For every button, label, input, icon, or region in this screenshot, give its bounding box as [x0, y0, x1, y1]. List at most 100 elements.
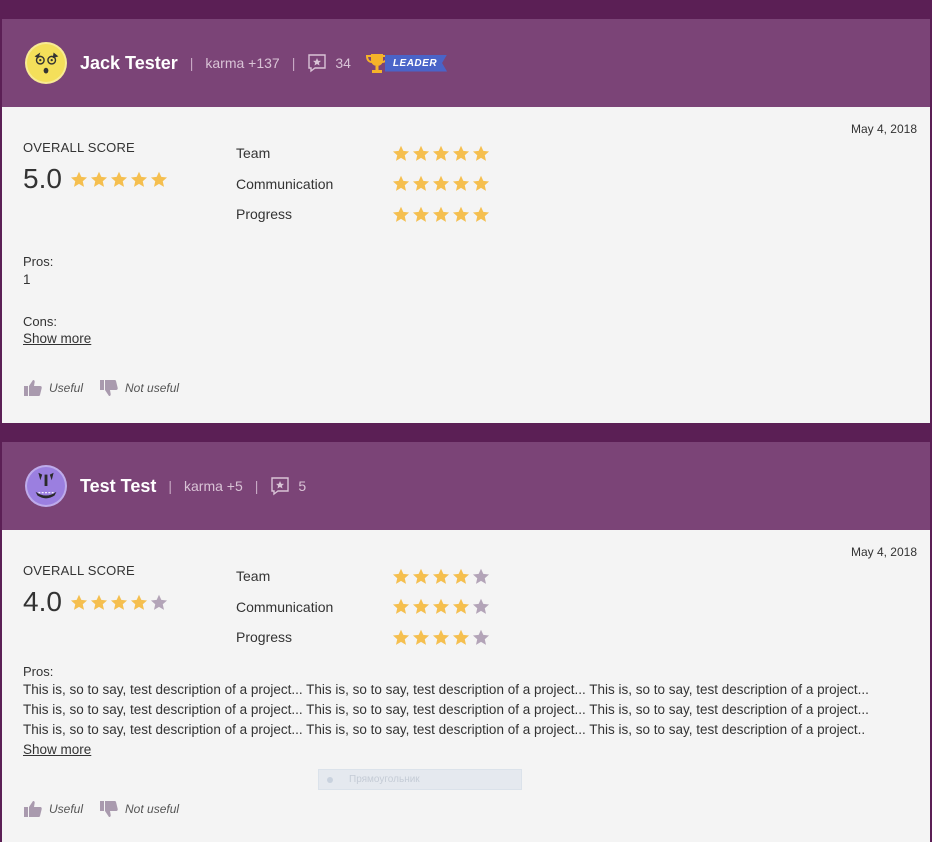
criterion-label: Progress	[236, 206, 293, 223]
criterion-stars	[392, 629, 492, 646]
overall-score-row: 4.0	[23, 586, 236, 618]
star-filled-icon	[472, 175, 490, 192]
yellow-face-avatar-icon[interactable]	[25, 42, 67, 84]
review-card: Jack Tester | karma +137 | 34 LEADER May…	[2, 19, 930, 423]
cons-label: Cons:	[23, 313, 57, 329]
criterion-stars	[392, 206, 492, 223]
star-filled-icon	[90, 171, 107, 187]
useful-button[interactable]: Useful	[23, 379, 83, 397]
useful-label: Useful	[49, 802, 84, 816]
criteria-list: Team Communication Progress	[236, 561, 492, 653]
useful-label: Useful	[49, 381, 84, 395]
leader-label: LEADER	[384, 54, 448, 72]
criterion-stars	[392, 145, 492, 162]
not-useful-label: Not useful	[125, 802, 180, 816]
star-empty-icon	[150, 594, 167, 610]
review-card: Test Test | karma +5 | 5 May 4, 2018 OVE…	[2, 442, 930, 842]
score-grid: OVERALL SCORE 4.0 Team Communication Pro…	[23, 550, 909, 653]
criterion-label: Team	[236, 145, 271, 162]
not-useful-label: Not useful	[125, 381, 180, 395]
star-filled-icon	[412, 598, 430, 615]
reviews-count-value: 34	[335, 55, 351, 71]
overall-score-block: OVERALL SCORE 4.0	[23, 550, 236, 653]
criterion-team: Team	[236, 138, 492, 169]
show-more-link[interactable]: Show more	[23, 331, 91, 346]
user-name[interactable]: Jack Tester	[80, 53, 178, 74]
criteria-list: Team Communication Progress	[236, 138, 492, 230]
leader-badge: LEADER	[365, 52, 448, 74]
review-body: May 4, 2018 OVERALL SCORE 4.0 Team Commu…	[2, 530, 930, 842]
star-filled-icon	[130, 594, 147, 610]
criterion-communication: Communication	[236, 169, 492, 200]
star-filled-icon	[412, 145, 430, 161]
star-filled-icon	[472, 145, 490, 161]
star-filled-icon	[432, 145, 450, 161]
reviews-star-icon	[271, 477, 290, 496]
criterion-team: Team	[236, 561, 492, 592]
star-filled-icon	[392, 598, 410, 615]
overall-score-block: OVERALL SCORE 5.0	[23, 127, 236, 230]
review-header: Test Test | karma +5 | 5	[2, 442, 930, 530]
review-header: Jack Tester | karma +137 | 34 LEADER	[2, 19, 930, 107]
star-filled-icon	[70, 594, 87, 610]
star-filled-icon	[392, 568, 410, 584]
star-filled-icon	[110, 594, 127, 610]
criterion-progress: Progress	[236, 622, 492, 653]
star-filled-icon	[392, 629, 410, 645]
review-date: May 4, 2018	[850, 122, 917, 136]
overall-score-value: 5.0	[23, 163, 62, 194]
star-filled-icon	[412, 206, 430, 222]
reviews-count: 34	[307, 53, 351, 73]
not-useful-button[interactable]: Not useful	[99, 379, 179, 397]
star-filled-icon	[150, 171, 167, 187]
pros-text: This is, so to say, test description of …	[23, 680, 909, 740]
overall-score-label: OVERALL SCORE	[23, 140, 135, 155]
user-name[interactable]: Test Test	[80, 476, 156, 497]
pros-line: This is, so to say, test description of …	[23, 721, 866, 737]
star-filled-icon	[110, 171, 127, 187]
pros-text: 1	[23, 271, 31, 287]
show-more-link[interactable]: Show more	[23, 742, 91, 757]
criterion-label: Team	[236, 568, 271, 585]
reviews-star-icon	[308, 54, 327, 73]
criterion-stars	[392, 568, 492, 585]
review-body: May 4, 2018 OVERALL SCORE 5.0 Team Commu…	[2, 107, 930, 423]
criterion-label: Progress	[236, 629, 293, 646]
star-filled-icon	[452, 629, 470, 645]
criterion-progress: Progress	[236, 199, 492, 230]
star-filled-icon	[392, 206, 410, 222]
separator: |	[168, 478, 172, 494]
separator: |	[189, 55, 194, 71]
star-filled-icon	[432, 175, 450, 192]
thumbs-up-icon	[24, 380, 42, 396]
pros-line: This is, so to say, test description of …	[23, 681, 869, 697]
star-filled-icon	[392, 175, 410, 192]
overall-stars	[70, 594, 170, 611]
star-filled-icon	[412, 629, 430, 645]
useful-button[interactable]: Useful	[23, 800, 83, 818]
star-filled-icon	[130, 171, 147, 187]
overall-score-label: OVERALL SCORE	[23, 563, 135, 578]
star-empty-icon	[472, 598, 490, 615]
karma-value: karma +5	[184, 478, 243, 494]
star-filled-icon	[452, 568, 470, 584]
purple-face-avatar-icon[interactable]	[25, 465, 67, 507]
criterion-communication: Communication	[236, 592, 492, 623]
star-filled-icon	[90, 594, 107, 610]
star-filled-icon	[472, 206, 490, 222]
star-filled-icon	[452, 206, 470, 222]
score-grid: OVERALL SCORE 5.0 Team Communication Pro…	[23, 127, 909, 230]
criterion-stars	[392, 175, 492, 192]
star-filled-icon	[452, 175, 470, 192]
star-filled-icon	[412, 568, 430, 584]
reviews-count-value: 5	[298, 478, 307, 494]
star-filled-icon	[432, 598, 450, 615]
overall-stars	[70, 171, 170, 188]
star-filled-icon	[412, 175, 430, 192]
star-filled-icon	[432, 206, 450, 222]
reviews-count: 5	[270, 476, 306, 496]
star-filled-icon	[452, 598, 470, 615]
feedback-bar: Useful Not useful	[23, 379, 195, 397]
not-useful-button[interactable]: Not useful	[99, 800, 179, 818]
review-date: May 4, 2018	[850, 545, 917, 559]
